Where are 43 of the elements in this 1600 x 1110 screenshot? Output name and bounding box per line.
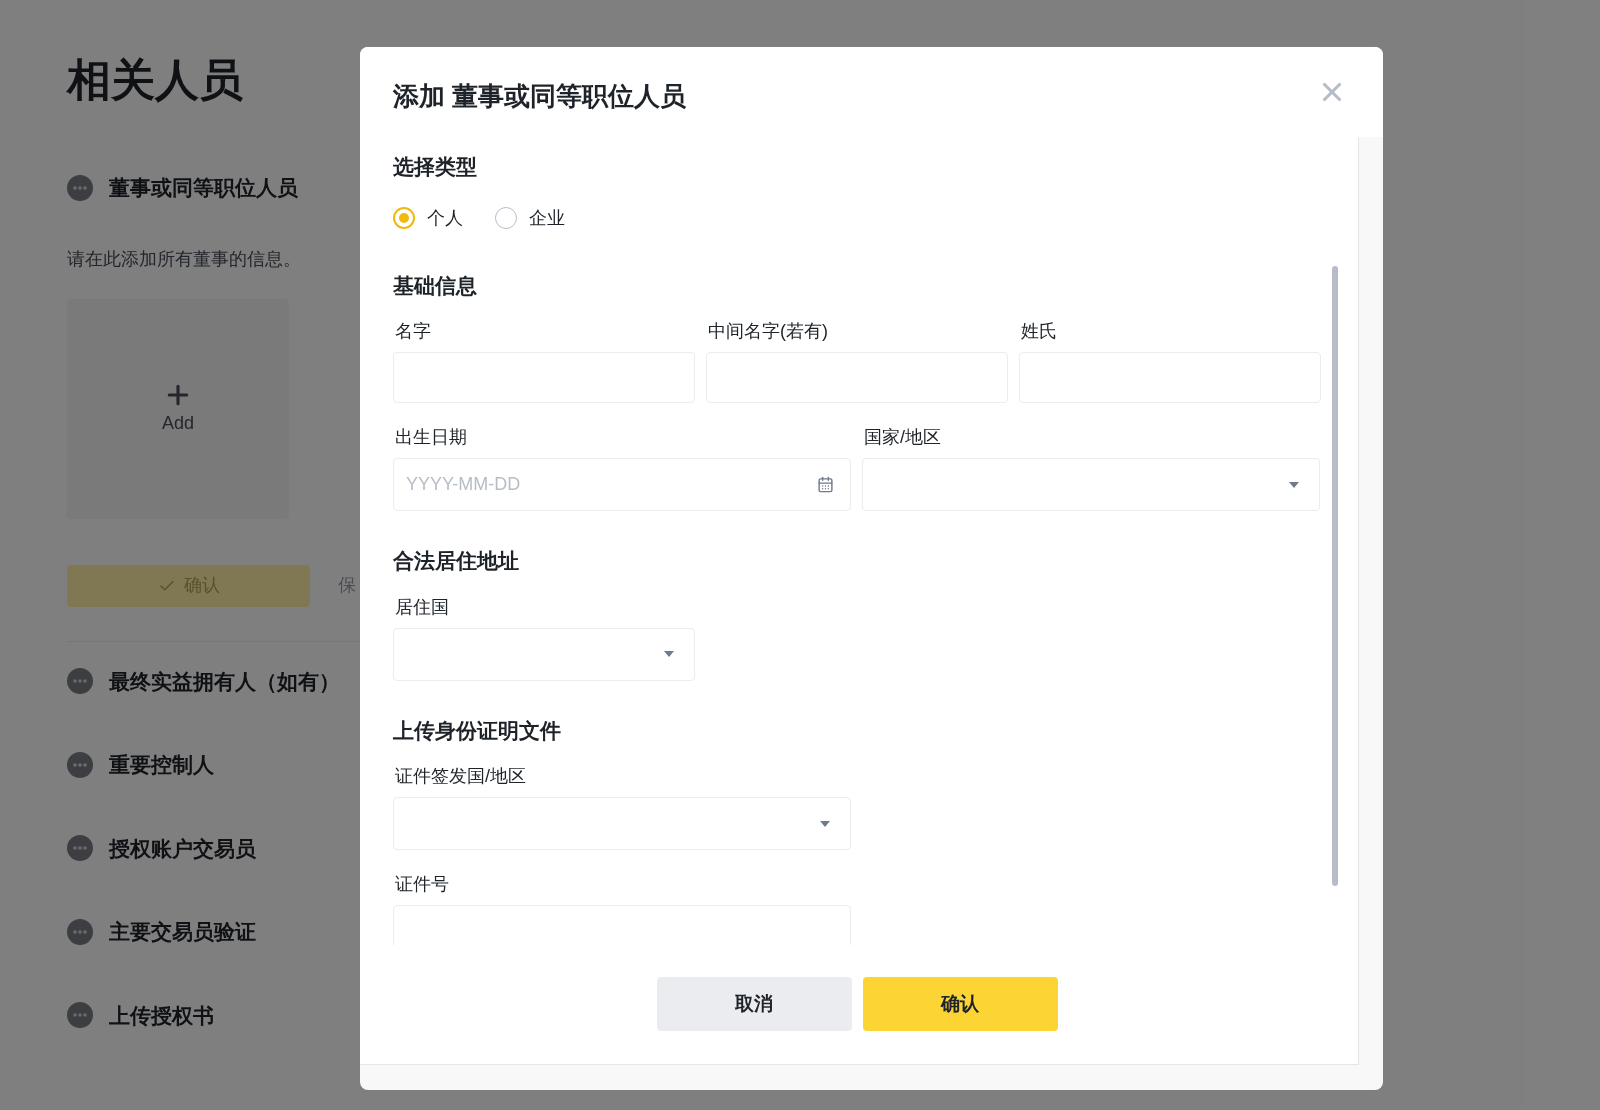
select-field[interactable]: [393, 627, 695, 681]
dropdown-caret-icon: [664, 651, 674, 657]
field-label: 出生日期: [394, 426, 468, 449]
more-icon: [67, 668, 93, 695]
section-title[interactable]: 主要交易员验证: [109, 916, 256, 948]
date-field[interactable]: YYYY-MM-DD: [393, 458, 851, 511]
field-label: 名字: [394, 320, 432, 343]
section-heading: 上传身份证明文件: [393, 717, 562, 744]
select-field[interactable]: [862, 458, 1320, 511]
field-label: 证件签发国/地区: [394, 765, 527, 788]
radio-option[interactable]: 企业: [495, 204, 565, 232]
field-label: 居住国: [394, 595, 450, 619]
field-label: 姓氏: [1020, 320, 1058, 343]
date-input[interactable]: YYYY-MM-DD: [406, 471, 706, 498]
scrollbar-thumb[interactable]: [1332, 266, 1338, 886]
more-icon: [67, 174, 93, 201]
more-icon: [67, 751, 93, 778]
section-title[interactable]: 最终实益拥有人（如有）: [109, 665, 340, 697]
field-label: 中间名字(若有): [707, 320, 829, 343]
section-title[interactable]: 上传授权书: [109, 999, 214, 1031]
section-description: 请在此添加所有董事的信息。: [67, 247, 302, 271]
section-title[interactable]: 董事或同等职位人员: [109, 172, 298, 204]
field-label: 证件号: [394, 873, 450, 896]
field-label: 国家/地区: [863, 426, 942, 449]
section-heading: 合法居住地址: [393, 548, 520, 574]
cancel-button[interactable]: 取消: [656, 977, 852, 1031]
radio-button[interactable]: [393, 207, 415, 229]
more-icon: [67, 835, 93, 862]
dropdown-caret-icon: [1289, 481, 1299, 488]
section-title[interactable]: 授权账户交易员: [109, 832, 256, 864]
section-title[interactable]: 重要控制人: [109, 749, 214, 781]
confirm-button[interactable]: 确认: [862, 977, 1058, 1031]
section-heading: 基础信息: [393, 272, 478, 299]
section-heading: 选择类型: [393, 154, 478, 180]
page-title: 相关人员: [67, 54, 243, 106]
more-icon: [67, 1002, 93, 1029]
dialog-title: 添加 董事或同等职位人员: [393, 79, 687, 113]
dropdown-caret-icon: [820, 820, 830, 827]
calendar-icon[interactable]: [817, 476, 834, 493]
add-card[interactable]: Add: [67, 298, 289, 519]
more-icon: [67, 918, 93, 945]
radio-option[interactable]: 个人: [393, 204, 463, 232]
select-field[interactable]: [393, 797, 851, 850]
